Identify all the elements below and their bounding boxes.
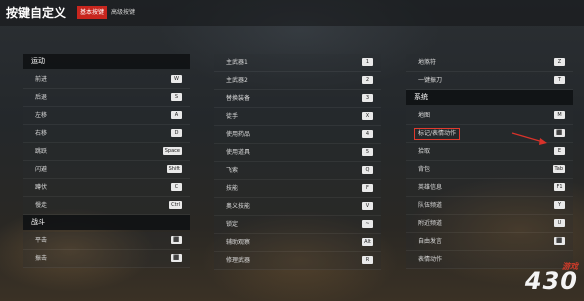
red-arrow-annotation	[511, 132, 547, 145]
site-watermark-logo: 430 游戏	[524, 262, 578, 295]
